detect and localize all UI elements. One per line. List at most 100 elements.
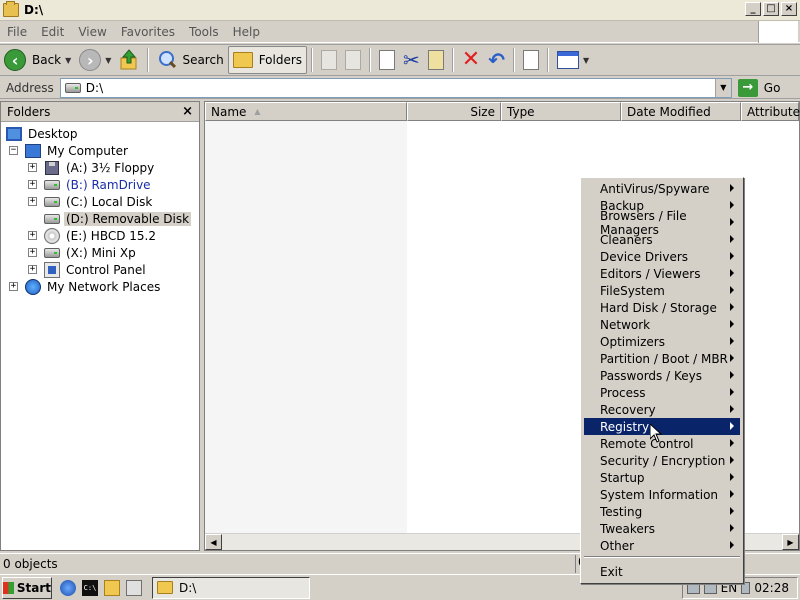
menu-item-system-information[interactable]: System Information bbox=[584, 486, 740, 503]
tree-item-e-drive[interactable]: + (E:) HBCD 15.2 bbox=[28, 227, 158, 244]
menu-item-tweakers[interactable]: Tweakers bbox=[584, 520, 740, 537]
scroll-right-icon[interactable]: ▶ bbox=[782, 534, 799, 550]
menu-item-device-drivers[interactable]: Device Drivers bbox=[584, 248, 740, 265]
expand-icon[interactable]: + bbox=[9, 282, 18, 291]
paste-button[interactable] bbox=[424, 46, 448, 74]
expand-icon[interactable]: + bbox=[28, 231, 37, 240]
tree-item-b-drive[interactable]: + (B:) RamDrive bbox=[28, 176, 153, 193]
search-label: Search bbox=[182, 53, 224, 67]
delete-button[interactable]: ✕ bbox=[458, 46, 484, 74]
window-title: D:\ bbox=[24, 3, 44, 17]
menu-item-testing[interactable]: Testing bbox=[584, 503, 740, 520]
internet-explorer-icon[interactable] bbox=[60, 579, 76, 596]
menu-item-recovery[interactable]: Recovery bbox=[584, 401, 740, 418]
up-folder-button[interactable] bbox=[115, 46, 143, 74]
folders-label: Folders bbox=[258, 53, 303, 67]
menu-item-passwords[interactable]: Passwords / Keys bbox=[584, 367, 740, 384]
menu-item-process[interactable]: Process bbox=[584, 384, 740, 401]
chevron-down-icon[interactable]: ▼ bbox=[714, 78, 731, 97]
close-icon[interactable]: × bbox=[182, 104, 193, 119]
forward-button[interactable]: › ▼ bbox=[75, 46, 115, 74]
go-button[interactable]: → Go bbox=[737, 78, 780, 97]
clock[interactable]: 02:28 bbox=[754, 581, 789, 595]
tree-item-d-drive[interactable]: (D:) Removable Disk bbox=[43, 210, 192, 227]
back-button[interactable]: ‹ Back ▼ bbox=[0, 46, 75, 74]
folders-button[interactable]: Folders bbox=[227, 46, 308, 74]
menu-help[interactable]: Help bbox=[226, 25, 267, 39]
copy-button[interactable] bbox=[375, 46, 399, 74]
menu-item-security[interactable]: Security / Encryption bbox=[584, 452, 740, 469]
chevron-down-icon[interactable]: ▼ bbox=[105, 56, 111, 65]
menu-item-registry[interactable]: Registry bbox=[584, 418, 740, 435]
tree-item-control-panel[interactable]: + Control Panel bbox=[28, 261, 148, 278]
menu-file[interactable]: File bbox=[0, 25, 34, 39]
address-input[interactable]: D:\ ▼ bbox=[59, 77, 732, 98]
column-header-date-modified[interactable]: Date Modified bbox=[621, 102, 741, 121]
file-list-body[interactable] bbox=[205, 121, 407, 533]
command-prompt-icon[interactable]: C:\ bbox=[82, 579, 98, 596]
column-header-attributes[interactable]: Attributes bbox=[741, 102, 800, 121]
column-header-type[interactable]: Type bbox=[501, 102, 621, 121]
menu-item-network[interactable]: Network bbox=[584, 316, 740, 333]
copy-to-button[interactable] bbox=[341, 46, 365, 74]
menu-view[interactable]: View bbox=[71, 25, 113, 39]
expand-icon[interactable]: + bbox=[28, 265, 37, 274]
menu-item-filesystem[interactable]: FileSystem bbox=[584, 282, 740, 299]
menu-item-cleaners[interactable]: Cleaners bbox=[584, 231, 740, 248]
menu-item-browsers[interactable]: Browsers / File Managers bbox=[584, 209, 740, 237]
menu-item-label: Remote Control bbox=[600, 436, 694, 451]
tree-item-network-places[interactable]: + My Network Places bbox=[9, 278, 162, 295]
menu-edit[interactable]: Edit bbox=[34, 25, 71, 39]
tree-item-my-computer[interactable]: − My Computer bbox=[9, 142, 130, 159]
tree-item-x-drive[interactable]: + (X:) Mini Xp bbox=[28, 244, 138, 261]
minimize-button[interactable]: _ bbox=[745, 2, 761, 16]
menu-tools[interactable]: Tools bbox=[182, 25, 226, 39]
submenu-arrow-icon bbox=[730, 541, 734, 549]
menu-item-label: Cleaners bbox=[600, 232, 653, 247]
menu-item-optimizers[interactable]: Optimizers bbox=[584, 333, 740, 350]
expand-icon[interactable]: + bbox=[28, 197, 37, 206]
menu-favorites[interactable]: Favorites bbox=[114, 25, 182, 39]
menu-item-editors[interactable]: Editors / Viewers bbox=[584, 265, 740, 282]
tree-item-a-drive[interactable]: + (A:) 3½ Floppy bbox=[28, 159, 156, 176]
move-to-button[interactable] bbox=[317, 46, 341, 74]
chevron-down-icon[interactable]: ▼ bbox=[583, 56, 589, 65]
menu-item-label: Testing bbox=[600, 504, 643, 519]
menu-item-other[interactable]: Other bbox=[584, 537, 740, 554]
close-button[interactable]: × bbox=[781, 2, 797, 16]
menu-item-hard-disk[interactable]: Hard Disk / Storage bbox=[584, 299, 740, 316]
column-header-size[interactable]: Size bbox=[407, 102, 501, 121]
toolbar-separator bbox=[547, 48, 549, 72]
submenu-arrow-icon bbox=[730, 388, 734, 396]
tree-item-desktop[interactable]: Desktop bbox=[5, 125, 80, 142]
column-header-name[interactable]: Name ▲ bbox=[205, 102, 407, 121]
scroll-left-icon[interactable]: ◀ bbox=[205, 534, 222, 550]
folder-icon[interactable] bbox=[104, 579, 120, 596]
expand-icon[interactable]: + bbox=[28, 180, 37, 189]
start-button[interactable]: Start bbox=[2, 576, 52, 599]
folder-icon bbox=[3, 1, 19, 17]
taskbar-item-d-drive[interactable]: D:\ bbox=[152, 576, 310, 599]
taskbar-item-label: D:\ bbox=[179, 580, 197, 595]
expand-icon[interactable]: + bbox=[28, 163, 37, 172]
title-bar[interactable]: D:\ _ □ × bbox=[0, 0, 800, 21]
submenu-arrow-icon bbox=[730, 303, 734, 311]
application-icon[interactable] bbox=[126, 579, 142, 596]
tree-item-c-drive[interactable]: + (C:) Local Disk bbox=[28, 193, 154, 210]
chevron-down-icon[interactable]: ▼ bbox=[65, 56, 71, 65]
menu-item-antivirus[interactable]: AntiVirus/Spyware bbox=[584, 180, 740, 197]
properties-button[interactable] bbox=[519, 46, 543, 74]
search-icon bbox=[157, 50, 177, 70]
menu-item-partition[interactable]: Partition / Boot / MBR bbox=[584, 350, 740, 367]
cut-button[interactable]: ✂ bbox=[399, 46, 424, 74]
undo-button[interactable]: ↶ bbox=[484, 46, 509, 74]
collapse-icon[interactable]: − bbox=[9, 146, 18, 155]
search-button[interactable]: Search bbox=[153, 46, 227, 74]
menu-item-label: AntiVirus/Spyware bbox=[600, 181, 710, 196]
views-button[interactable]: ▼ bbox=[553, 46, 593, 74]
maximize-button[interactable]: □ bbox=[763, 2, 779, 16]
menu-item-remote-control[interactable]: Remote Control bbox=[584, 435, 740, 452]
menu-item-exit[interactable]: Exit bbox=[584, 563, 740, 580]
menu-item-startup[interactable]: Startup bbox=[584, 469, 740, 486]
expand-icon[interactable]: + bbox=[28, 248, 37, 257]
